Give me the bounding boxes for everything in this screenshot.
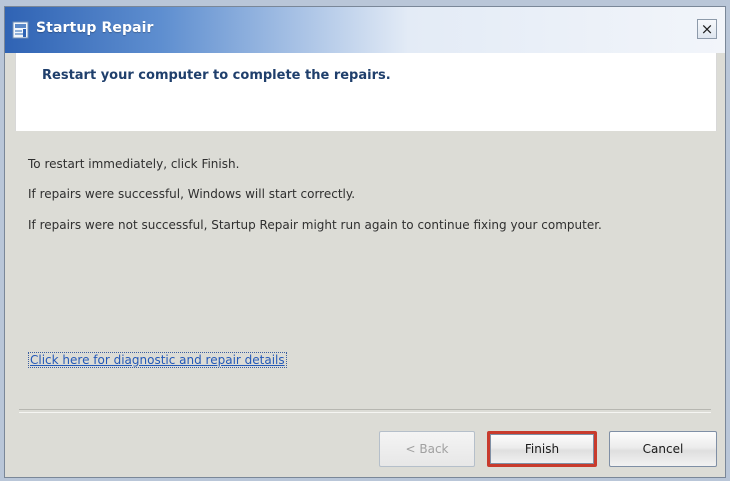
header-panel: Restart your computer to complete the re… xyxy=(15,53,717,131)
restart-instruction-text: To restart immediately, click Finish. xyxy=(28,157,240,171)
content-area: To restart immediately, click Finish. If… xyxy=(5,131,725,399)
back-button[interactable]: < Back xyxy=(379,431,475,467)
finish-button[interactable]: Finish xyxy=(487,431,597,467)
page-title: Restart your computer to complete the re… xyxy=(42,68,391,83)
cancel-button[interactable]: Cancel xyxy=(609,431,717,467)
startup-repair-icon xyxy=(12,21,29,39)
title-bar: Startup Repair × xyxy=(5,7,725,53)
startup-repair-window: Startup Repair × Restart your computer t… xyxy=(4,6,726,478)
close-icon: × xyxy=(700,19,714,38)
diagnostic-details-link[interactable]: Click here for diagnostic and repair det… xyxy=(28,352,287,368)
success-message-text: If repairs were successful, Windows will… xyxy=(28,187,356,201)
close-button[interactable]: × xyxy=(697,19,717,39)
window-title: Startup Repair xyxy=(36,20,154,36)
footer-divider xyxy=(19,409,711,413)
failure-message-text: If repairs were not successful, Startup … xyxy=(28,218,602,232)
